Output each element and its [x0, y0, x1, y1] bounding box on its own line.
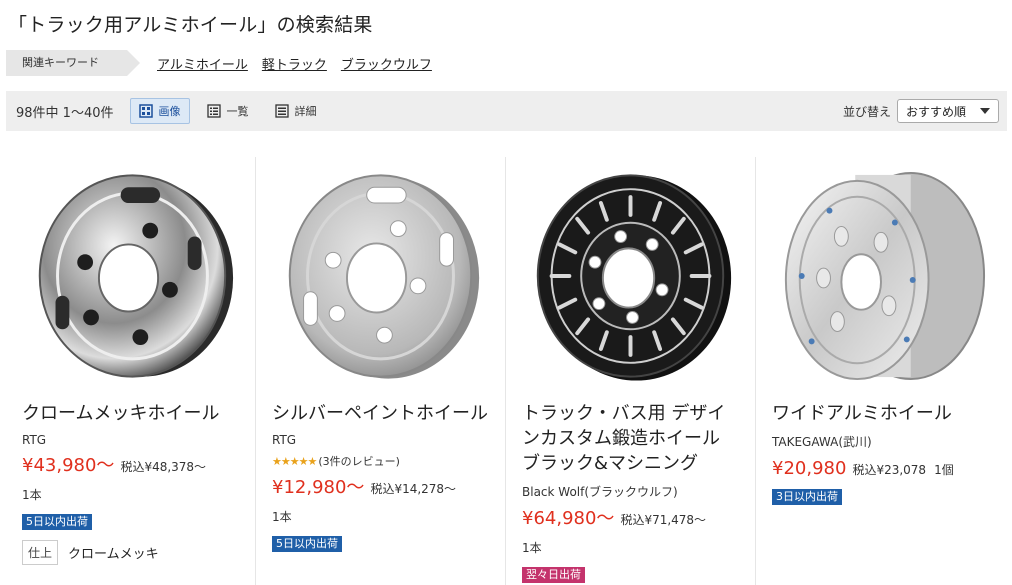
product-grid: クロームメッキホイール RTG ¥43,980〜 税込¥48,378〜 1本 5日…	[6, 157, 1007, 585]
rating-text: (3件のレビュー)	[318, 455, 400, 468]
view-image-button[interactable]: 画像	[129, 98, 190, 124]
product-tax-price: 税込¥23,078	[852, 463, 927, 477]
shipping-badge: 5日以内出荷	[22, 514, 92, 530]
detail-icon	[274, 104, 289, 118]
product-maker: Black Wolf(ブラックウルフ)	[522, 485, 678, 499]
product-image-chrome-wheel[interactable]	[22, 157, 239, 395]
related-keywords: 関連キーワード アルミホイール 軽トラック ブラックウルフ	[6, 50, 432, 76]
page-title: 「トラック用アルミホイール」の検索結果	[8, 14, 373, 36]
product-unit: 1個	[934, 463, 954, 477]
black-machined-wheel-image	[536, 174, 732, 381]
product-tax-price: 税込¥48,378〜	[120, 460, 207, 474]
caret-down-icon	[980, 108, 990, 114]
product-tax-price: 税込¥71,478〜	[620, 513, 707, 527]
product-image-black-wheel[interactable]	[522, 157, 739, 395]
wide-aluminum-wheel-image	[784, 171, 986, 381]
price-line: ¥12,980〜 税込¥14,278〜 1本	[272, 475, 489, 530]
view-image-label: 画像	[158, 105, 181, 118]
price-line: ¥64,980〜 税込¥71,478〜 1本	[522, 506, 739, 561]
product-unit: 1本	[272, 510, 292, 524]
product-price: ¥20,980	[772, 458, 847, 479]
sort-value: おすすめ順	[906, 104, 967, 119]
chrome-wheel-image	[38, 174, 234, 378]
product-card: トラック・バス用 デザインカスタム鍛造ホイール ブラック&マシニング Black…	[506, 157, 756, 585]
product-maker: RTG	[272, 433, 297, 447]
product-unit: 1本	[22, 488, 42, 502]
product-tax-price: 税込¥14,278〜	[370, 482, 457, 496]
result-count: 98件中 1〜40件	[16, 105, 114, 121]
keyword-link-kei-truck[interactable]: 軽トラック	[262, 54, 327, 73]
product-card: シルバーペイントホイール RTG ★★★★★ (3件のレビュー) ¥12,980…	[256, 157, 506, 585]
star-rating-icon: ★★★★★	[272, 454, 317, 468]
product-maker: RTG	[22, 433, 47, 447]
silver-wheel-image	[288, 174, 480, 379]
sort-select[interactable]: おすすめ順	[897, 99, 999, 123]
product-card: ワイドアルミホイール TAKEGAWA(武川) ¥20,980 税込¥23,078…	[756, 157, 1006, 585]
grid-icon	[138, 104, 153, 118]
product-unit: 1本	[522, 541, 542, 555]
shipping-badge: 3日以内出荷	[772, 489, 842, 505]
product-price: ¥43,980〜	[22, 455, 115, 476]
product-image-silver-wheel[interactable]	[272, 157, 489, 395]
related-keywords-label: 関連キーワード	[6, 50, 140, 76]
product-price: ¥12,980〜	[272, 477, 365, 498]
price-line: ¥20,980 税込¥23,078 1個	[772, 456, 990, 483]
view-list-button[interactable]: 一覧	[198, 98, 258, 124]
product-name[interactable]: シルバーペイントホイール	[272, 401, 489, 426]
product-price: ¥64,980〜	[522, 508, 615, 529]
finish-value: クロームメッキ	[68, 547, 159, 562]
view-detail-label: 詳細	[294, 105, 317, 118]
product-name[interactable]: クロームメッキホイール	[22, 401, 239, 426]
finish-row: 仕上 クロームメッキ	[22, 540, 239, 565]
product-maker: TAKEGAWA(武川)	[772, 435, 872, 449]
shipping-badge: 翌々日出荷	[522, 567, 585, 583]
sort-control: 並び替え おすすめ順	[843, 99, 999, 123]
product-name[interactable]: ワイドアルミホイール	[772, 401, 990, 426]
sort-label: 並び替え	[842, 104, 891, 119]
product-rating[interactable]: ★★★★★ (3件のレビュー)	[272, 453, 489, 469]
product-image-wide-wheel[interactable]	[772, 157, 990, 395]
view-list-label: 一覧	[226, 105, 249, 118]
keyword-link-aluminum-wheel[interactable]: アルミホイール	[157, 54, 248, 73]
view-detail-button[interactable]: 詳細	[266, 98, 326, 124]
product-card: クロームメッキホイール RTG ¥43,980〜 税込¥48,378〜 1本 5日…	[6, 157, 256, 585]
list-icon	[206, 104, 221, 118]
finish-label: 仕上	[22, 540, 59, 565]
results-toolbar: 98件中 1〜40件 画像 一覧 詳細 並び替え おすすめ順	[6, 91, 1007, 131]
price-line: ¥43,980〜 税込¥48,378〜 1本	[22, 453, 239, 508]
product-name[interactable]: トラック・バス用 デザインカスタム鍛造ホイール ブラック&マシニング	[522, 401, 739, 476]
shipping-badge: 5日以内出荷	[272, 536, 342, 552]
keyword-link-black-wolf[interactable]: ブラックウルフ	[341, 54, 432, 73]
